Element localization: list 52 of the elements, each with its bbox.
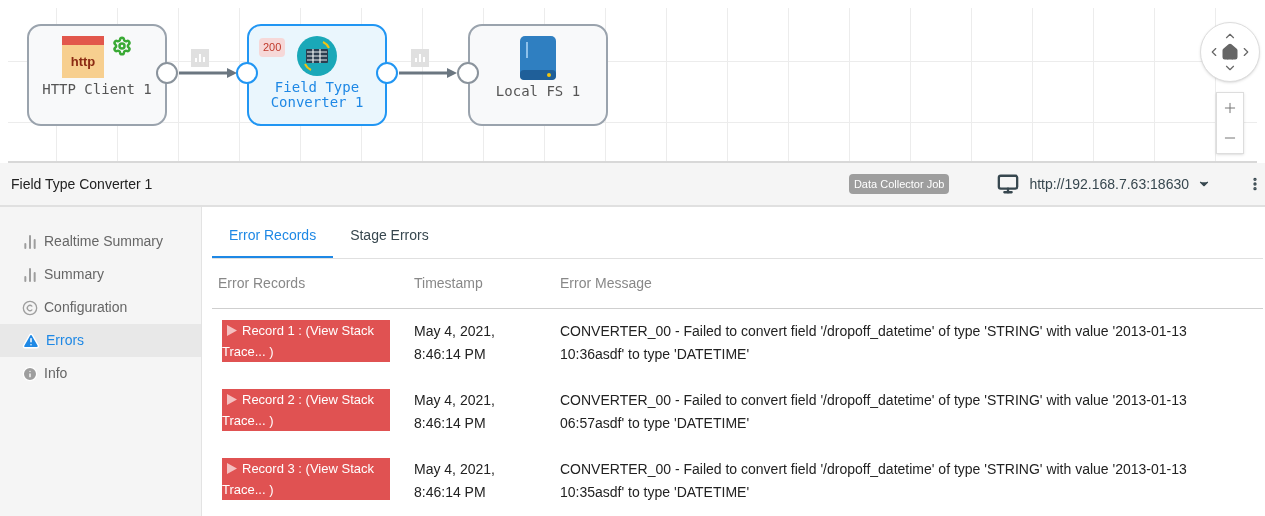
input-port[interactable] xyxy=(457,62,479,84)
play-icon xyxy=(227,394,237,405)
bar-chart-icon xyxy=(22,266,38,283)
monitor-icon xyxy=(997,173,1020,195)
column-header: Timestamp xyxy=(413,274,483,293)
sidebar-item[interactable]: Configuration xyxy=(0,291,201,324)
pan-control[interactable] xyxy=(1200,22,1260,82)
input-port[interactable] xyxy=(236,62,258,84)
icon-label: http xyxy=(70,55,96,68)
tab[interactable]: Error Records xyxy=(212,214,334,258)
error-message-cell-text: CONVERTER_00 - Failed to convert field '/dropoff_datetime' of type 'STRING' with value '2013-01-13 10:35asdf' to type 'DATETIME' xyxy=(559,460,1188,502)
tab[interactable]: Stage Errors xyxy=(333,214,446,258)
copyright-icon xyxy=(22,299,38,316)
bar-chart-icon xyxy=(22,233,38,250)
stage-title: Field Type Converter 1 xyxy=(11,174,153,194)
record-count-badge: 200 xyxy=(259,38,286,57)
output-port[interactable] xyxy=(376,62,398,84)
sidebar-item[interactable]: Info xyxy=(0,357,201,390)
table-convert-icon xyxy=(297,36,337,76)
job-type-label: Data Collector Job xyxy=(848,173,950,195)
stats-icon xyxy=(191,49,209,67)
error-message-cell-text: CONVERTER_00 - Failed to convert field '/dropoff_datetime' of type 'STRING' with value '2013-01-13 10:36asdf' to type 'DATETIME' xyxy=(559,322,1188,364)
url-dropdown[interactable]: http://192.168.7.63:18630 xyxy=(1029,173,1211,195)
node-label: Local FS 1 xyxy=(494,84,582,99)
record-link[interactable]: Record 2 : (View Stack Trace... ) xyxy=(222,389,390,431)
column-header: Error Message xyxy=(559,274,652,293)
stage-node[interactable]: 200 Field Type Converter 1 xyxy=(247,24,387,126)
info-icon xyxy=(22,365,38,382)
sidebar-item[interactable]: Errors xyxy=(0,324,201,357)
column-header: Error Records xyxy=(217,274,306,293)
stats-icon xyxy=(411,49,429,67)
sidebar-item[interactable]: Realtime Summary xyxy=(0,225,201,258)
drive-icon xyxy=(520,36,556,80)
stage-node[interactable]: http HTTP Client 1 xyxy=(27,24,167,126)
record-link[interactable]: Record 1 : (View Stack Trace... ) xyxy=(222,320,390,362)
node-label: Field Type Converter 1 xyxy=(269,80,365,110)
connector-arrow xyxy=(179,67,239,79)
gear-icon xyxy=(112,36,132,56)
home-icon[interactable] xyxy=(1221,43,1239,61)
timestamp-cell-text: May 4, 2021, 8:46:14 PM xyxy=(413,391,496,433)
timestamp-cell-text: May 4, 2021, 8:46:14 PM xyxy=(413,460,496,502)
warning-icon xyxy=(22,331,40,350)
stage-node[interactable]: Local FS 1 xyxy=(468,24,608,126)
connector-arrow xyxy=(399,67,459,79)
node-label: HTTP Client 1 xyxy=(42,82,152,97)
error-message-cell-text: CONVERTER_00 - Failed to convert field '/dropoff_datetime' of type 'STRING' with value '2013-01-13 06:57asdf' to type 'DATETIME' xyxy=(559,391,1188,433)
output-port[interactable] xyxy=(156,62,178,84)
play-icon xyxy=(227,463,237,474)
sidebar-item[interactable]: Summary xyxy=(0,258,201,291)
record-link[interactable]: Record 3 : (View Stack Trace... ) xyxy=(222,458,390,500)
play-icon xyxy=(227,325,237,336)
timestamp-cell-text: May 4, 2021, 8:46:14 PM xyxy=(413,322,496,364)
